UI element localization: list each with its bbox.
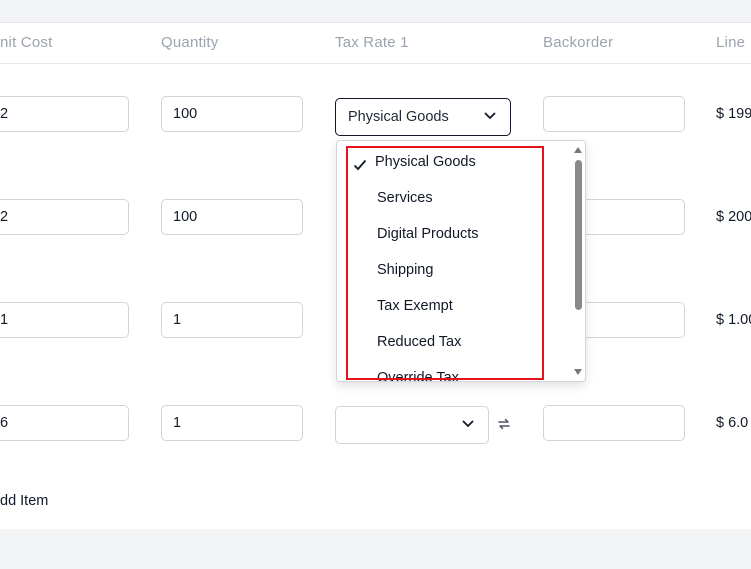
quantity-input[interactable]: 1 [161, 302, 303, 338]
line-total: $ 199 [716, 106, 751, 122]
header-unit-cost: nit Cost [0, 34, 53, 51]
dropdown-option-override-tax[interactable]: Override Tax [377, 370, 459, 381]
line-total: $ 200 [716, 209, 751, 225]
tax-rate-select-value: Physical Goods [348, 109, 449, 125]
chevron-down-icon [462, 420, 474, 428]
line-total: $ 6.0 [716, 415, 749, 431]
tax-rate-select[interactable] [335, 406, 489, 444]
tax-rate-select[interactable]: Physical Goods [335, 98, 511, 136]
header-line-total: Line [716, 34, 746, 51]
dropdown-option-physical-goods[interactable]: Physical Goods [375, 154, 476, 170]
quantity-input[interactable]: 100 [161, 96, 303, 132]
backorder-input[interactable] [543, 96, 685, 132]
unit-cost-input[interactable]: 1 [0, 302, 129, 338]
quantity-input[interactable]: 1 [161, 405, 303, 441]
dropdown-scrollbar[interactable] [573, 144, 583, 378]
table-header: nit Cost Quantity Tax Rate 1 Backorder L… [0, 23, 751, 64]
scrollbar-thumb[interactable] [575, 160, 582, 310]
footer-area [0, 529, 751, 569]
add-item-button[interactable]: dd Item [0, 493, 48, 509]
dropdown-option-tax-exempt[interactable]: Tax Exempt [377, 298, 453, 314]
dropdown-option-services[interactable]: Services [377, 190, 433, 206]
header-quantity: Quantity [161, 34, 219, 51]
chevron-down-icon [484, 112, 496, 120]
scroll-down-icon[interactable] [574, 369, 582, 375]
backorder-input[interactable] [543, 405, 685, 441]
top-bar [0, 0, 751, 22]
tax-rate-dropdown[interactable]: Physical Goods Services Digital Products… [336, 140, 586, 382]
scroll-up-icon[interactable] [574, 147, 582, 153]
line-total: $ 1.00 [716, 312, 751, 328]
check-icon [353, 159, 367, 171]
dropdown-option-digital-products[interactable]: Digital Products [377, 226, 479, 242]
swap-icon[interactable] [496, 416, 512, 432]
header-backorder: Backorder [543, 34, 614, 51]
unit-cost-input[interactable]: 2 [0, 199, 129, 235]
dropdown-option-shipping[interactable]: Shipping [377, 262, 433, 278]
header-tax-rate: Tax Rate 1 [335, 34, 409, 51]
dropdown-option-reduced-tax[interactable]: Reduced Tax [377, 334, 461, 350]
quantity-input[interactable]: 100 [161, 199, 303, 235]
unit-cost-input[interactable]: 6 [0, 405, 129, 441]
unit-cost-input[interactable]: 2 [0, 96, 129, 132]
